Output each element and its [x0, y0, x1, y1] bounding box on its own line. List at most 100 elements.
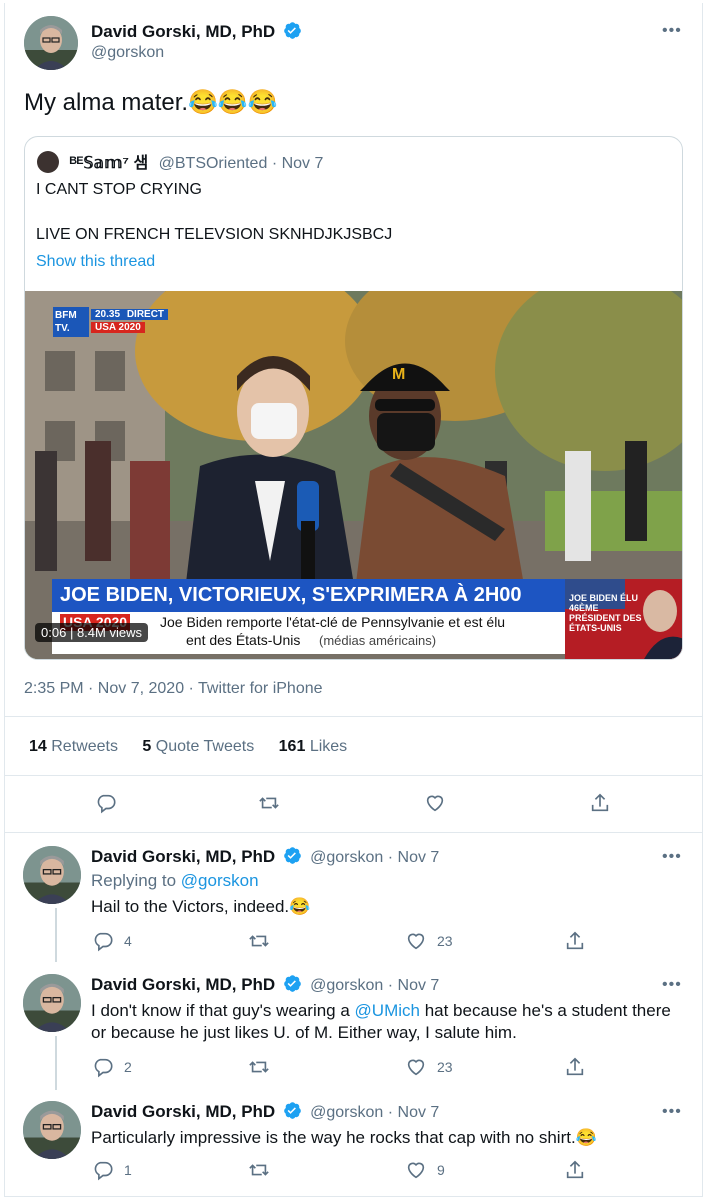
like-button[interactable]: 9 — [405, 1159, 445, 1181]
video-player[interactable]: M BFM TV. 20.35 DIRECT USA 2020 JOE BIDE… — [25, 291, 682, 659]
broadcast-direct: DIRECT — [126, 309, 165, 320]
likes-count: 161 — [278, 738, 306, 755]
reply-button[interactable] — [95, 792, 117, 814]
replying-to-link[interactable]: @gorskon — [181, 871, 259, 890]
like-count: 23 — [437, 933, 453, 949]
author-avatar[interactable] — [24, 16, 78, 70]
reply-icon — [94, 1058, 113, 1078]
retweet-icon — [249, 935, 269, 947]
verified-badge-icon — [283, 847, 301, 864]
quotes-stat[interactable]: 5 Quote Tweets — [142, 738, 254, 755]
reply-tweet[interactable]: David Gorski, MD, PhD @gorskon · Nov 7 •… — [4, 846, 703, 962]
reply-date[interactable]: · Nov 7 — [388, 849, 440, 866]
reply-icon — [97, 794, 116, 814]
reply-handle[interactable]: @gorskon — [310, 1104, 383, 1121]
likes-label: Likes — [309, 738, 348, 755]
share-button[interactable] — [564, 930, 586, 952]
retweet-button[interactable] — [258, 792, 280, 814]
verified-badge-icon — [283, 22, 301, 39]
retweets-label: Retweets — [51, 738, 118, 755]
badge-separator: | — [69, 625, 77, 640]
author-header: David Gorski, MD, PhD — [91, 21, 302, 42]
divider — [4, 716, 703, 717]
reply-header: David Gorski, MD, PhD @gorskon · Nov 7 — [91, 846, 439, 867]
reply-tweet[interactable]: David Gorski, MD, PhD @gorskon · Nov 7 •… — [4, 1101, 703, 1191]
show-thread-link[interactable]: Show this thread — [36, 253, 155, 271]
like-button[interactable]: 23 — [405, 930, 453, 952]
quoted-text-line1: I CANT STOP CRYING — [36, 181, 202, 198]
share-button[interactable] — [589, 792, 611, 814]
like-button[interactable] — [424, 792, 446, 814]
video-views: 8.4M views — [76, 625, 142, 640]
likes-stat[interactable]: 161 Likes — [279, 738, 348, 755]
author-name[interactable]: David Gorski, MD, PhD — [91, 22, 275, 41]
more-icon[interactable]: ••• — [662, 22, 682, 40]
video-duration: 0:06 — [41, 625, 67, 640]
quoted-tweet[interactable]: ᴮᴱ𝕊𝕒𝕞⁷ 샘 @BTSOriented · Nov 7 I CANT STO… — [24, 136, 683, 660]
tweet-text: My alma mater.😂😂😂 — [24, 89, 278, 116]
reply-date[interactable]: · Nov 7 — [388, 977, 440, 994]
reply-author-name[interactable]: David Gorski, MD, PhD — [91, 847, 275, 866]
replying-prefix: Replying to — [91, 871, 177, 890]
reply-avatar[interactable] — [23, 846, 81, 904]
verified-badge-icon — [283, 975, 301, 992]
quoted-header: ᴮᴱ𝕊𝕒𝕞⁷ 샘 @BTSOriented · Nov 7 — [37, 149, 323, 173]
divider — [4, 775, 703, 776]
broadcast-time: 20.35 — [95, 309, 121, 320]
share-button[interactable] — [564, 1056, 586, 1078]
region-badge: USA 2020 — [91, 322, 145, 333]
reply-action-bar: 2 23 — [4, 1056, 703, 1086]
like-icon — [407, 1162, 425, 1179]
reply-author-name[interactable]: David Gorski, MD, PhD — [91, 975, 275, 994]
svg-text:M: M — [392, 366, 405, 383]
video-duration-badge: 0:06 | 8.4M views — [35, 623, 148, 642]
like-count: 23 — [437, 1059, 453, 1075]
reply-button[interactable]: 1 — [92, 1159, 132, 1181]
retweet-button[interactable] — [248, 930, 280, 952]
share-button[interactable] — [564, 1159, 586, 1181]
reply-text: Particularly impressive is the way he ro… — [91, 1128, 597, 1147]
replying-to: Replying to @gorskon — [91, 871, 259, 891]
retweet-button[interactable] — [248, 1159, 280, 1181]
main-action-bar — [0, 792, 712, 822]
reply-button[interactable]: 4 — [92, 930, 132, 952]
reply-handle[interactable]: @gorskon — [310, 849, 383, 866]
channel-logo: BFM TV. — [53, 307, 89, 337]
ticker-source: (médias américains) — [319, 633, 437, 648]
share-icon — [566, 931, 584, 950]
mention-link[interactable]: @UMich — [355, 1001, 420, 1020]
reply-avatar[interactable] — [23, 974, 81, 1032]
reply-tweet[interactable]: David Gorski, MD, PhD @gorskon · Nov 7 •… — [4, 974, 703, 1090]
more-icon[interactable]: ••• — [662, 848, 682, 866]
quoted-handle: @BTSOriented — [158, 155, 268, 172]
quoted-date: Nov 7 — [281, 155, 324, 172]
reply-count: 2 — [124, 1059, 132, 1075]
retweet-button[interactable] — [248, 1056, 280, 1078]
reply-date[interactable]: · Nov 7 — [388, 1104, 440, 1121]
reply-button[interactable]: 2 — [92, 1056, 132, 1078]
like-button[interactable]: 23 — [405, 1056, 453, 1078]
reply-author-name[interactable]: David Gorski, MD, PhD — [91, 1102, 275, 1121]
reply-header: David Gorski, MD, PhD @gorskon · Nov 7 — [91, 1101, 439, 1122]
more-icon[interactable]: ••• — [662, 976, 682, 994]
tweet-stats: 14 Retweets 5 Quote Tweets 161 Likes — [29, 738, 347, 756]
tweet-timestamp[interactable]: 2:35 PM · Nov 7, 2020 · Twitter for iPho… — [24, 680, 323, 698]
like-icon — [407, 933, 425, 950]
share-icon — [566, 1160, 584, 1179]
author-handle[interactable]: @gorskon — [91, 44, 164, 62]
reply-header: David Gorski, MD, PhD @gorskon · Nov 7 — [91, 974, 439, 995]
reply-count: 4 — [124, 933, 132, 949]
reply-text: I don't know if that guy's wearing a @UM… — [91, 1000, 671, 1044]
retweet-icon — [249, 1061, 269, 1073]
reply-avatar[interactable] — [23, 1101, 81, 1159]
quotes-label: Quote Tweets — [155, 738, 255, 755]
reply-text-part: I don't know if that guy's wearing a — [91, 1001, 355, 1020]
retweet-icon — [249, 1164, 269, 1176]
like-count: 9 — [437, 1162, 445, 1178]
ticker-line1: Joe Biden remporte l'état-clé de Pennsyl… — [160, 614, 506, 630]
ticker-line2: ent des États-Unis — [186, 632, 301, 648]
retweets-stat[interactable]: 14 Retweets — [29, 738, 118, 755]
quoted-separator: · — [271, 155, 282, 172]
reply-handle[interactable]: @gorskon — [310, 977, 383, 994]
more-icon[interactable]: ••• — [662, 1103, 682, 1121]
